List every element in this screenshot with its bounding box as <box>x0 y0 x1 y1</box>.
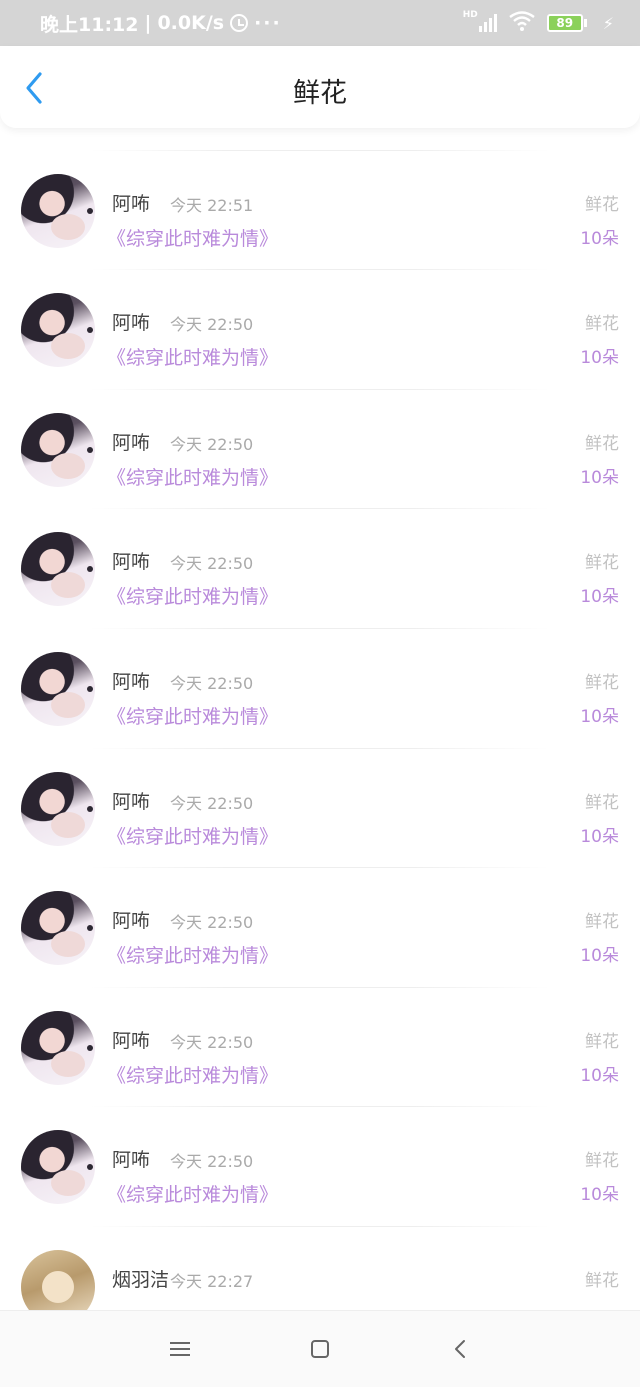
gift-count: 10朵 <box>580 128 619 129</box>
gift-count: 10朵 <box>580 228 619 249</box>
flower-record-item[interactable]: 阿咘 今天 22:50 《综穿此时难为情》 鲜花 10朵 <box>0 390 640 510</box>
gift-type: 鲜花 <box>585 1031 619 1052</box>
gift-type: 鲜花 <box>585 314 619 335</box>
more-dots-icon: ··· <box>254 12 282 34</box>
gift-count: 10朵 <box>580 467 619 488</box>
record-time: 今天 22:50 <box>170 1032 254 1052</box>
gift-type: 鲜花 <box>585 672 619 693</box>
avatar[interactable] <box>21 1010 95 1085</box>
alarm-icon <box>230 14 249 32</box>
gift-count: 10朵 <box>580 587 619 608</box>
sender-name: 烟羽洁 <box>112 1268 170 1291</box>
status-bar: 晚上11:12 | 0.0K/s ··· HD 89 ⚡ <box>0 0 640 46</box>
system-nav-bar <box>0 1310 640 1387</box>
book-title[interactable]: 《综穿此时难为情》 <box>107 1180 278 1207</box>
flower-record-list[interactable]: 《综穿此时难为情》10朵阿咘今天 22:51《综穿此时难为情》鲜花10朵阿咘今天… <box>0 128 640 1310</box>
record-time: 今天 22:51 <box>170 195 254 215</box>
sender-name: 阿咘 <box>112 910 151 933</box>
sender-name: 阿咘 <box>112 670 151 693</box>
flower-record-item[interactable]: 《综穿此时难为情》 10朵 <box>0 128 640 151</box>
hd-signal-icon: HD <box>463 10 497 32</box>
book-title[interactable]: 《综穿此时难为情》 <box>107 128 278 131</box>
gift-count: 10朵 <box>580 946 619 967</box>
battery-level: 89 <box>546 14 583 32</box>
flower-record-item[interactable]: 阿咘 今天 22:50 《综穿此时难为情》 鲜花 10朵 <box>0 749 640 869</box>
back-icon <box>455 1340 465 1358</box>
sender-name: 阿咘 <box>112 790 151 813</box>
book-title[interactable]: 《综穿此时难为情》 <box>107 343 278 370</box>
recent-apps-button[interactable] <box>160 1329 200 1369</box>
home-button[interactable] <box>300 1329 340 1369</box>
flower-record-item[interactable]: 阿咘 今天 22:50 《综穿此时难为情》 鲜花 10朵 <box>0 629 640 749</box>
charging-icon: ⚡ <box>602 13 614 33</box>
avatar[interactable] <box>21 651 95 726</box>
flower-record-item[interactable]: 阿咘 今天 22:51 《综穿此时难为情》 鲜花 10朵 <box>0 151 640 271</box>
gift-type: 鲜花 <box>585 912 619 933</box>
book-title[interactable]: 《综穿此时难为情》 <box>107 224 278 251</box>
flower-record-item[interactable]: 阿咘 今天 22:50 《综穿此时难为情》 鲜花 10朵 <box>0 509 640 629</box>
record-time: 今天 22:50 <box>170 315 254 335</box>
avatar[interactable] <box>21 532 95 607</box>
app-header: 鲜花 <box>0 46 640 128</box>
avatar[interactable] <box>21 293 95 368</box>
system-back-button[interactable] <box>440 1329 480 1369</box>
book-title[interactable]: 《综穿此时难为情》 <box>107 463 278 490</box>
gift-count: 10朵 <box>580 1065 619 1086</box>
flower-record-item[interactable]: 烟羽洁 今天 22:27 鲜花 <box>0 1227 640 1310</box>
clock: 晚上11:12 <box>40 13 139 36</box>
flower-record-list-content: 《综穿此时难为情》10朵阿咘今天 22:51《综穿此时难为情》鲜花10朵阿咘今天… <box>0 128 640 1310</box>
status-bar-left: 晚上11:12 | 0.0K/s ··· <box>40 10 282 37</box>
record-time: 今天 22:50 <box>170 1152 254 1172</box>
status-separator: | <box>144 12 152 34</box>
record-time: 今天 22:50 <box>170 793 254 813</box>
record-time: 今天 22:50 <box>170 554 254 574</box>
avatar[interactable] <box>21 1130 95 1205</box>
battery-icon: 89 <box>546 14 587 32</box>
gift-type: 鲜花 <box>585 1270 619 1291</box>
sender-name: 阿咘 <box>112 431 151 454</box>
menu-icon <box>170 1342 190 1356</box>
book-title[interactable]: 《综穿此时难为情》 <box>107 941 278 968</box>
gift-count: 10朵 <box>580 706 619 727</box>
flower-record-item[interactable]: 阿咘 今天 22:50 《综穿此时难为情》 鲜花 10朵 <box>0 988 640 1108</box>
flower-record-item[interactable]: 阿咘 今天 22:50 《综穿此时难为情》 鲜花 10朵 <box>0 868 640 988</box>
page-title: 鲜花 <box>293 78 347 109</box>
gift-count: 10朵 <box>580 348 619 369</box>
gift-type: 鲜花 <box>585 194 619 215</box>
status-bar-right: HD 89 ⚡ <box>463 10 614 36</box>
book-title[interactable]: 《综穿此时难为情》 <box>107 822 278 849</box>
avatar[interactable] <box>21 173 95 248</box>
gift-count: 10朵 <box>580 826 619 847</box>
avatar[interactable] <box>21 412 95 487</box>
avatar[interactable] <box>21 891 95 966</box>
gift-type: 鲜花 <box>585 792 619 813</box>
gift-count: 10朵 <box>580 1185 619 1206</box>
gift-type: 鲜花 <box>585 433 619 454</box>
book-title[interactable]: 《综穿此时难为情》 <box>107 702 278 729</box>
sender-name: 阿咘 <box>112 1029 151 1052</box>
sender-name: 阿咘 <box>112 312 151 335</box>
record-time: 今天 22:27 <box>170 1271 254 1291</box>
hd-label: HD <box>462 10 478 20</box>
sender-name: 阿咘 <box>112 1149 151 1172</box>
network-speed: 0.0K/s <box>157 12 225 34</box>
gift-type: 鲜花 <box>585 1151 619 1172</box>
book-title[interactable]: 《综穿此时难为情》 <box>107 1061 278 1088</box>
gift-type: 鲜花 <box>585 553 619 574</box>
home-icon <box>311 1340 329 1358</box>
record-time: 今天 22:50 <box>170 434 254 454</box>
sender-name: 阿咘 <box>112 551 151 574</box>
record-time: 今天 22:50 <box>170 913 254 933</box>
book-title[interactable]: 《综穿此时难为情》 <box>107 582 278 609</box>
avatar[interactable] <box>21 1249 95 1310</box>
avatar[interactable] <box>21 771 95 846</box>
flower-record-item[interactable]: 阿咘 今天 22:50 《综穿此时难为情》 鲜花 10朵 <box>0 1107 640 1227</box>
wifi-icon <box>509 10 535 36</box>
sender-name: 阿咘 <box>112 192 151 215</box>
record-time: 今天 22:50 <box>170 673 254 693</box>
flower-record-item[interactable]: 阿咘 今天 22:50 《综穿此时难为情》 鲜花 10朵 <box>0 270 640 390</box>
